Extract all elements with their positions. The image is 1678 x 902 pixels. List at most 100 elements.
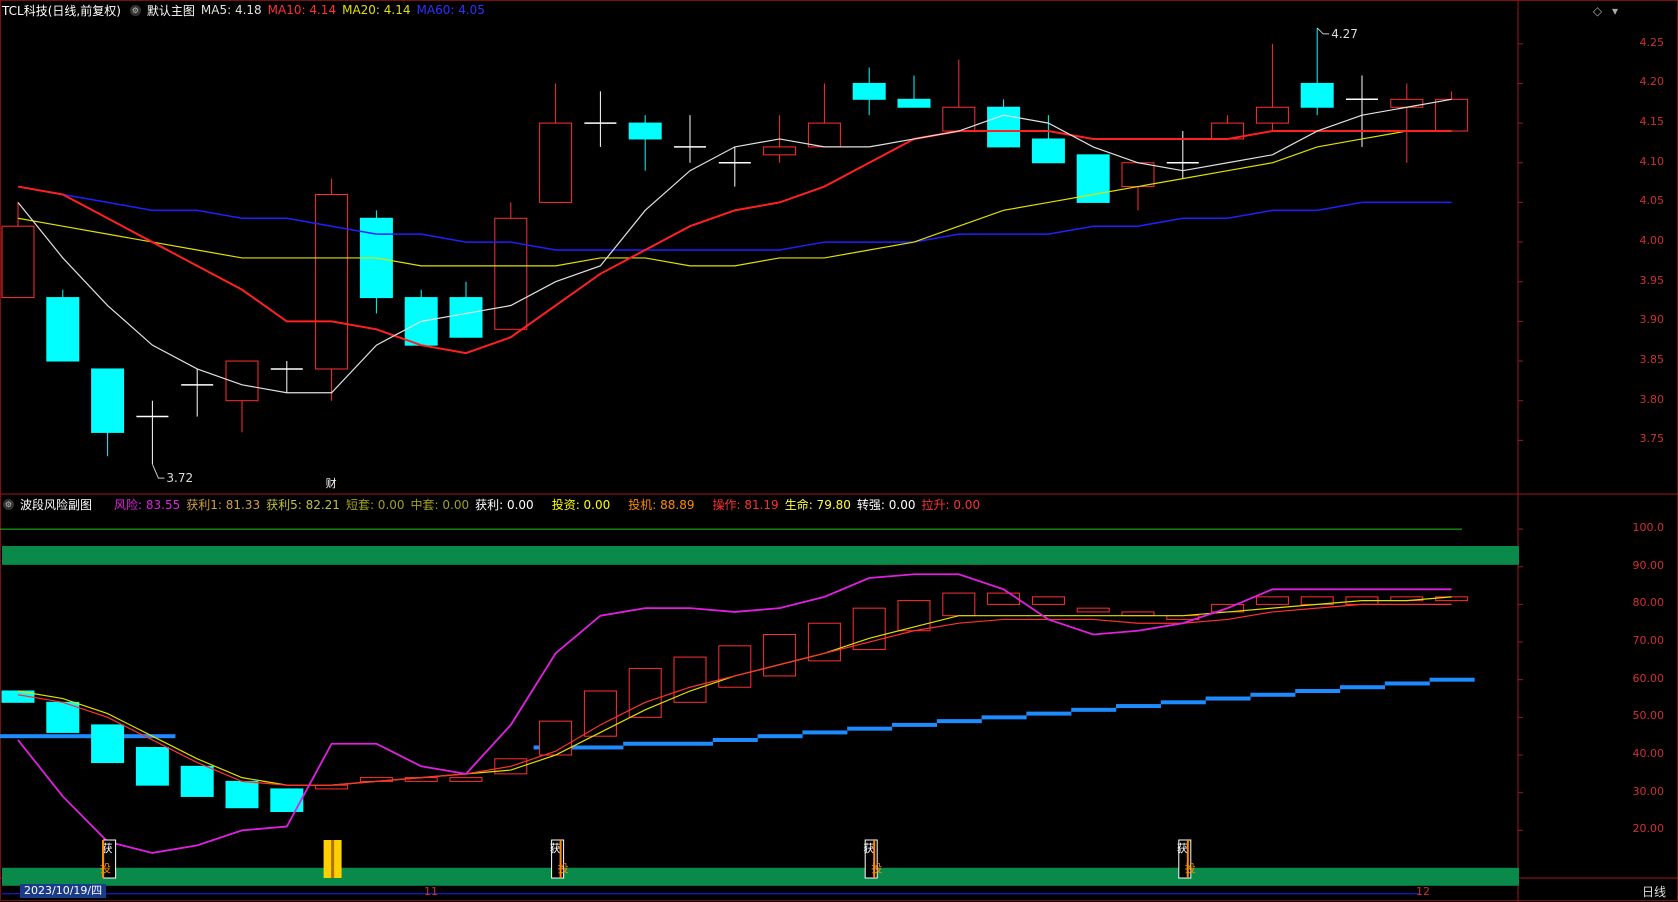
risk-bar: [1076, 607, 1110, 613]
sub-axis-label: 60.00: [1632, 671, 1665, 685]
date-cursor-label: 2023/10/19/四: [20, 884, 107, 898]
candle-body: [1390, 98, 1424, 108]
candle-body: [1255, 106, 1289, 124]
price-axis-label: 3.75: [1639, 432, 1665, 446]
low-marker: [151, 463, 165, 479]
risk-bar: [1255, 596, 1289, 605]
low-label: 3.72: [166, 471, 193, 485]
candle-body: [91, 368, 125, 433]
sub-axis-label: 50.00: [1632, 709, 1665, 723]
x-axis-month-12: 12: [1416, 885, 1430, 898]
risk-bar: [91, 724, 125, 764]
profit-signal-label: 获: [550, 842, 561, 855]
finance-marker: 财: [326, 476, 337, 490]
investment-segment: [1205, 696, 1251, 701]
candle-body: [1435, 98, 1469, 132]
risk-bar: [583, 690, 617, 737]
risk-bar: [987, 592, 1021, 605]
sub-axis-label: 80.00: [1632, 596, 1665, 610]
investment-segment: [936, 719, 982, 724]
sub-axis-label: 70.00: [1632, 634, 1665, 648]
buy-signal-label: 投: [558, 861, 569, 875]
risk-bar: [449, 777, 483, 782]
sub-axis-label: 40.00: [1632, 747, 1665, 761]
risk-bar: [763, 634, 797, 677]
price-axis-label: 4.00: [1639, 234, 1665, 248]
price-axis-label: 4.25: [1639, 35, 1665, 49]
candle-body: [1076, 154, 1110, 203]
candle-body: [852, 82, 886, 100]
chart-canvas[interactable]: 4.273.72 财 获获获获投投投投: [0, 0, 1678, 902]
candle-body: [539, 122, 573, 203]
ma5-line: [17, 98, 1452, 394]
investment-segment: [1340, 685, 1385, 690]
investment-segment: [1429, 677, 1475, 682]
investment-segment: [1295, 689, 1341, 693]
candle-body: [494, 217, 528, 330]
price-axis-label: 3.80: [1639, 392, 1665, 406]
risk-bar: [270, 788, 304, 813]
risk-bar: [718, 645, 752, 688]
risk-bar: [852, 607, 886, 651]
investment-segment: [40, 734, 86, 739]
risk-bar: [135, 746, 169, 786]
period-tab-daily[interactable]: 日线: [1642, 883, 1666, 900]
buy-signal-label: 投: [1185, 861, 1196, 875]
sub-axis-label: 100.0: [1632, 521, 1665, 535]
sub-axis-label: 90.00: [1632, 558, 1665, 572]
candle-body: [987, 106, 1021, 148]
risk-bar: [1031, 596, 1065, 605]
buy-signal-label: 投: [100, 861, 111, 875]
x-axis-month-11: 11: [424, 885, 438, 898]
price-axis-label: 4.05: [1639, 194, 1665, 208]
risk-line: [17, 573, 1452, 854]
sub-axis-label: 20.00: [1632, 822, 1665, 836]
investment-segment: [981, 715, 1027, 720]
price-axis-label: 3.95: [1639, 273, 1665, 287]
profit-signal-label: 获: [863, 842, 874, 855]
risk-bar: [897, 600, 931, 632]
candle-body: [1031, 138, 1065, 164]
bottom-green-band: [2, 867, 1519, 886]
profit5-line: [17, 596, 1452, 786]
buy-signal-label: 投: [871, 861, 882, 875]
candle-body: [449, 297, 483, 338]
candle-body: [46, 297, 80, 362]
risk-bar: [807, 622, 841, 662]
risk-bar: [46, 701, 80, 733]
candle-body: [807, 122, 841, 148]
price-axis-label: 4.20: [1639, 75, 1665, 89]
ma60-line: [17, 185, 1452, 251]
price-axis-label: 4.10: [1639, 154, 1665, 168]
investment-segment: [847, 726, 893, 731]
profit-signal-label: 获: [1177, 842, 1188, 855]
price-axis-label: 3.90: [1639, 313, 1665, 327]
investment-segment: [757, 734, 803, 739]
investment-segment: [1250, 692, 1296, 697]
price-axis-label: 3.85: [1639, 353, 1665, 367]
candle-body: [628, 122, 662, 140]
price-axis-label: 4.15: [1639, 115, 1665, 129]
investment-segment: [712, 737, 758, 742]
investment-segment: [578, 745, 624, 750]
candle-body: [1, 225, 35, 299]
investment-segment: [1071, 707, 1117, 712]
investment-segment: [1026, 711, 1072, 716]
investment-segment: [802, 730, 848, 735]
candle-body: [1300, 82, 1334, 108]
high-label: 4.27: [1331, 27, 1358, 41]
risk-bar: [180, 765, 214, 797]
investment-segment: [668, 741, 713, 746]
candle-body: [897, 98, 931, 108]
risk-bar: [942, 592, 976, 617]
risk-bar: [225, 780, 259, 809]
investment-segment: [1384, 681, 1430, 686]
investment-segment: [0, 734, 41, 739]
candle-body: [315, 193, 349, 370]
investment-segment: [1160, 700, 1206, 705]
investment-segment: [1116, 704, 1161, 709]
top-green-band: [2, 546, 1519, 565]
sub-axis-label: 30.00: [1632, 784, 1665, 798]
candle-body: [1121, 162, 1155, 188]
candle-body: [763, 146, 797, 156]
